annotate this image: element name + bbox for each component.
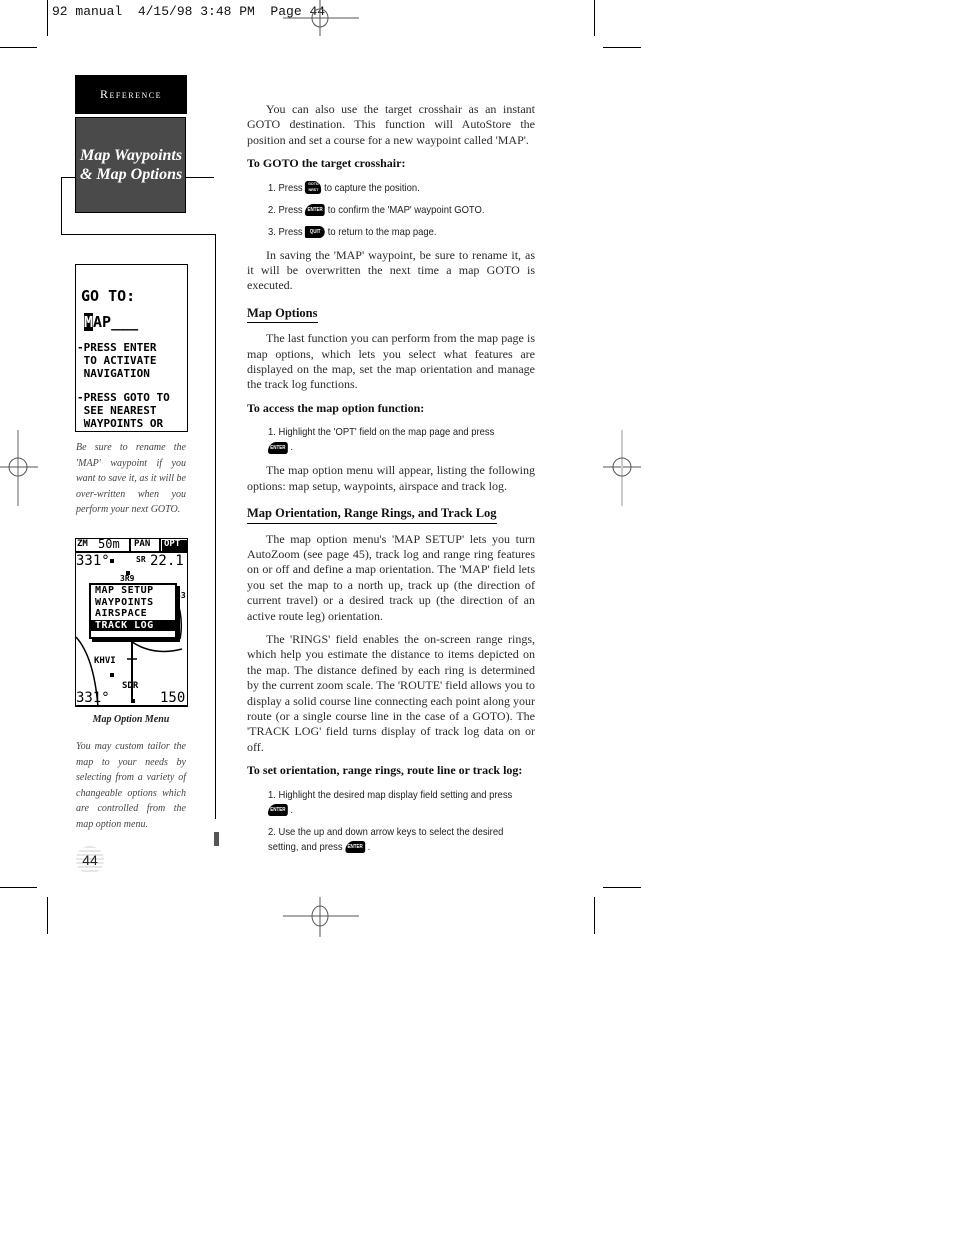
sidebar-rule — [61, 177, 75, 178]
section-label: Reference — [75, 75, 187, 114]
access-steps: 1. Highlight the 'OPT' field on the map … — [247, 425, 535, 455]
map-option-caption: You may custom tailor the map to your ne… — [76, 741, 186, 830]
sidebar-rule — [186, 177, 214, 178]
heading-top: 331° — [76, 553, 110, 569]
set-steps: 1. Highlight the desired map display fie… — [247, 788, 535, 855]
goto-heading: To GOTO the target crosshair: — [247, 156, 406, 171]
goto-steps: 1. Press GOTO NRST to capture the positio… — [247, 181, 535, 240]
chapter-title-line2: & Map Options — [80, 166, 183, 183]
crop-mark — [603, 47, 641, 48]
waypoint-label: KHVI — [94, 656, 116, 666]
crop-mark — [0, 47, 37, 48]
heading-bottom: 331° — [76, 690, 110, 706]
screen-line: -PRESS GOTO TO — [77, 391, 170, 404]
goto-screen-title: GO TO: — [81, 287, 136, 305]
step-item: 2. Use the up and down arrow keys to sel… — [268, 825, 504, 853]
opt-field: OPT — [164, 539, 181, 549]
saving-paragraph: In saving the 'MAP' waypoint, be sure to… — [247, 247, 535, 293]
zoom-value: 50m — [98, 538, 120, 551]
goto-screen-image: GO TO: MAP___ -PRESS ENTER TO ACTIVATE N… — [75, 264, 188, 432]
waypoint-label: SDR — [122, 681, 139, 691]
distance-label: SR — [136, 555, 146, 564]
distance-value: 22.1 — [150, 553, 184, 569]
crop-mark — [603, 887, 641, 888]
step-item: 1. Highlight the desired map display fie… — [268, 788, 513, 816]
rings-paragraph: The 'RINGS' field enables the on-screen … — [247, 631, 535, 754]
quit-key-icon: QUIT — [305, 225, 326, 238]
step-item: 3. Press QUIT to return to the map page. — [268, 225, 437, 238]
screen-line: SEE NEAREST — [77, 404, 157, 417]
screen-line: WAYPOINTS OR — [77, 417, 164, 430]
chapter-title: Map Waypoints & Map Options — [75, 117, 186, 213]
menu-item-map-setup: MAP SETUP — [95, 585, 154, 596]
waypoint-label: 3R9 — [120, 574, 135, 583]
enter-key-icon: ENTER — [268, 803, 288, 816]
sidebar-rule — [61, 177, 62, 234]
cursor-char: M — [84, 313, 94, 331]
goto-waypoint-field: MAP___ — [84, 313, 139, 331]
crop-mark — [594, 897, 595, 934]
zoom-label: ZM — [77, 539, 88, 549]
registration-mark-left — [0, 430, 38, 506]
intro-paragraph: You can also use the target crosshair as… — [247, 102, 535, 147]
step-item: 1. Highlight the 'OPT' field on the map … — [268, 426, 495, 454]
setup-paragraph: The map option menu's 'MAP SETUP' lets y… — [247, 531, 535, 623]
goto-screen-caption: Be sure to rename the 'MAP' waypoint if … — [76, 442, 186, 515]
screen-line: -PRESS ENTER — [77, 341, 157, 354]
crop-mark — [0, 887, 37, 888]
sidebar-rule — [61, 234, 216, 235]
access-heading: To access the map option function: — [247, 400, 425, 415]
orientation-heading: Map Orientation, Range Rings, and Track … — [247, 506, 497, 524]
chapter-title-line1: Map Waypoints — [80, 147, 183, 164]
screen-line: NAVIGATION — [77, 367, 150, 380]
registration-mark-top — [283, 0, 359, 36]
scale-value: 150 — [160, 690, 186, 706]
menu-item-waypoints: WAYPOINTS — [95, 596, 154, 608]
enter-key-icon: ENTER — [268, 441, 288, 454]
pan-field: PAN — [134, 539, 151, 549]
enter-key-icon: ENTER — [345, 840, 366, 853]
crop-mark — [47, 897, 48, 934]
sidebar-rule — [75, 706, 188, 707]
enter-key-icon: ENTER — [305, 203, 326, 216]
map-option-menu: MAP SETUP WAYPOINTS AIRSPACE TRACK LOG — [89, 583, 177, 639]
page-number: 44 — [76, 846, 104, 874]
figure-caption: Map Option Menu — [92, 714, 170, 725]
crop-mark — [47, 0, 48, 36]
main-content: You can also use the target crosshair as… — [247, 102, 535, 863]
crop-mark — [594, 0, 595, 36]
map-options-paragraph: The last function you can perform from t… — [247, 331, 535, 392]
edge-marker — [214, 832, 219, 846]
waypoint-label: 53 — [176, 591, 186, 600]
screen-line: TO ACTIVATE — [77, 354, 157, 367]
set-heading: To set orientation, range rings, route l… — [247, 763, 523, 778]
menu-item-track-log: TRACK LOG — [91, 619, 175, 631]
registration-mark-bottom — [283, 897, 359, 937]
step-item: 1. Press GOTO NRST to capture the positio… — [268, 181, 420, 195]
step-item: 2. Press ENTER to confirm the 'MAP' wayp… — [268, 203, 485, 216]
registration-mark-right — [603, 430, 641, 506]
menu-paragraph: The map option menu will appear, listing… — [247, 463, 535, 493]
goto-key-icon: GOTO NRST — [305, 181, 322, 195]
map-options-heading: Map Options — [247, 306, 318, 324]
map-option-screen-image: ZM 50m PAN OPT 331° SR 22.1 3R9 53 MAP S… — [75, 538, 188, 706]
menu-item-airspace: AIRSPACE — [95, 608, 148, 619]
sidebar-rule — [215, 234, 216, 819]
